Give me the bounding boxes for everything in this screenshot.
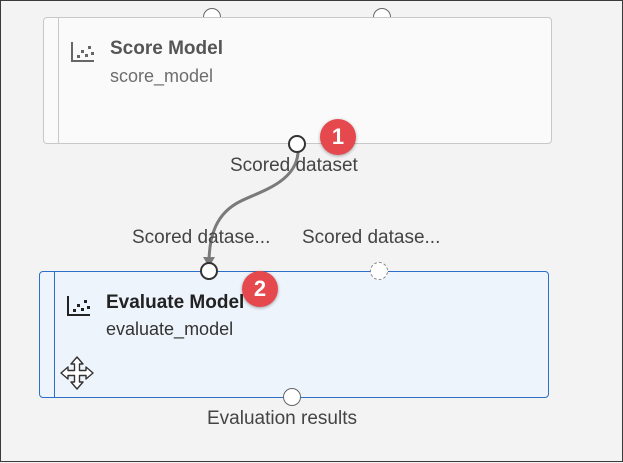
evaluate-input-port-left[interactable] (200, 262, 218, 280)
node-stripe (58, 18, 59, 143)
node-title: Evaluate Model (106, 292, 245, 313)
scatter-chart-icon (70, 40, 96, 69)
step-badge-2: 2 (242, 271, 278, 307)
score-model-node[interactable]: Score Model score_model (43, 17, 552, 144)
evaluate-model-node[interactable]: Evaluate Model evaluate_model (39, 271, 549, 398)
evaluate-input-label-left: Scored datase... (132, 227, 271, 248)
score-output-port[interactable] (288, 135, 306, 153)
node-subtitle: evaluate_model (106, 319, 234, 339)
node-stripe (54, 272, 55, 397)
step-badge-1: 1 (320, 119, 356, 155)
evaluate-output-label: Evaluation results (207, 408, 357, 429)
node-subtitle: score_model (110, 66, 214, 86)
scatter-chart-icon (66, 294, 92, 323)
evaluate-output-port[interactable] (283, 388, 301, 406)
score-output-label: Scored dataset (230, 155, 358, 176)
move-arrows-icon (58, 354, 96, 397)
evaluate-input-port-right[interactable] (370, 262, 388, 280)
evaluate-input-label-right: Scored datase... (302, 227, 441, 248)
node-title: Score Model (110, 38, 223, 59)
pipeline-canvas[interactable]: Score Model score_model Scored dataset 1… (0, 0, 623, 462)
move-handle[interactable] (58, 354, 116, 397)
